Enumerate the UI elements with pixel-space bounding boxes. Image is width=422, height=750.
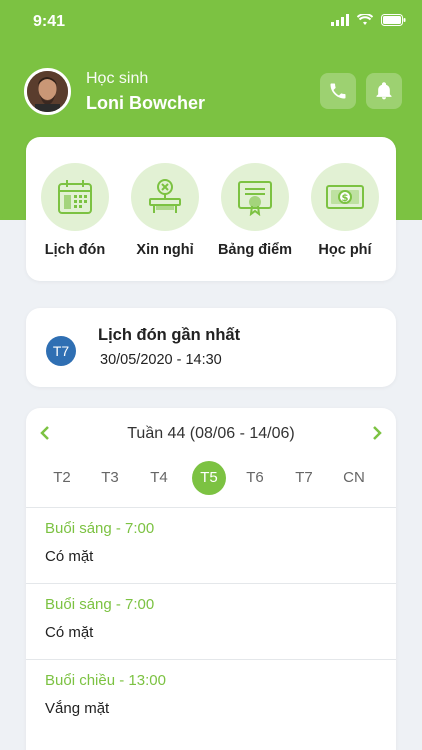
day-t5[interactable]: T5: [192, 461, 226, 495]
list-item[interactable]: Buổi chiều - 13:00 Vắng mặt: [26, 659, 396, 735]
profile-header[interactable]: Học sinh Loni Bowcher: [24, 68, 205, 115]
phone-icon: [330, 83, 346, 99]
profile-name: Loni Bowcher: [86, 92, 206, 113]
bell-icon: [376, 82, 392, 100]
status-bar: 9:41: [0, 0, 422, 44]
menu-pickup-schedule[interactable]: Lịch đón: [35, 163, 115, 258]
day-t3[interactable]: T3: [93, 461, 127, 495]
chevron-right-icon[interactable]: [372, 425, 382, 441]
money-icon: $: [326, 185, 364, 209]
wifi-icon: [357, 14, 373, 25]
next-pickup-card[interactable]: T7 Lịch đón gần nhất 30/05/2020 - 14:30: [26, 308, 396, 387]
menu-transcript[interactable]: Bảng điểm: [215, 163, 295, 258]
list-item[interactable]: Buổi sáng - 7:00 Có mặt: [26, 583, 396, 659]
session-time: Buổi sáng - 7:00: [45, 596, 155, 613]
session-time: Buổi chiều - 13:00: [45, 672, 166, 689]
day-t7[interactable]: T7: [287, 461, 321, 495]
session-status: Có mặt: [45, 548, 94, 565]
day-cn[interactable]: CN: [337, 461, 371, 495]
signal-icon: [331, 14, 349, 26]
session-time: Buổi sáng - 7:00: [45, 520, 155, 537]
svg-text:$: $: [342, 193, 349, 204]
status-time: 9:41: [33, 13, 66, 30]
menu-label: Học phí: [318, 242, 372, 258]
certificate-icon: [238, 181, 272, 216]
next-pickup-datetime: 30/05/2020 - 14:30: [100, 352, 222, 368]
profile-role: Học sinh: [86, 69, 149, 87]
day-t4[interactable]: T4: [142, 461, 176, 495]
battery-icon: [381, 14, 406, 26]
menu-label: Bảng điểm: [217, 242, 293, 258]
calendar-icon: [58, 180, 92, 214]
quick-menu-card: Lịch đón Xin nghỉ Bảng điểm $ Học phí: [26, 137, 396, 281]
call-button[interactable]: [320, 73, 356, 109]
menu-tuition[interactable]: $ Học phí: [305, 163, 385, 258]
list-item[interactable]: Buổi sáng - 7:00 Có mặt: [26, 507, 396, 583]
next-pickup-title: Lịch đón gần nhất: [98, 326, 241, 344]
menu-leave-request[interactable]: Xin nghỉ: [125, 163, 205, 258]
day-t2[interactable]: T2: [45, 461, 79, 495]
avatar[interactable]: [24, 68, 71, 115]
day-badge: T7: [46, 336, 76, 366]
session-list: Buổi sáng - 7:00 Có mặt Buổi sáng - 7:00…: [26, 507, 396, 735]
menu-label: Lịch đón: [44, 242, 106, 258]
session-status: Vắng mặt: [45, 700, 110, 717]
week-title: Tuần 44 (08/06 - 14/06): [127, 425, 295, 442]
menu-label: Xin nghỉ: [136, 242, 194, 258]
notification-button[interactable]: [366, 73, 402, 109]
session-status: Có mặt: [45, 624, 94, 641]
weekly-attendance-card: Tuần 44 (08/06 - 14/06) T2 T3 T4 T5 T6 T…: [26, 408, 396, 750]
leave-desk-icon: [149, 179, 181, 213]
day-t6[interactable]: T6: [238, 461, 272, 495]
